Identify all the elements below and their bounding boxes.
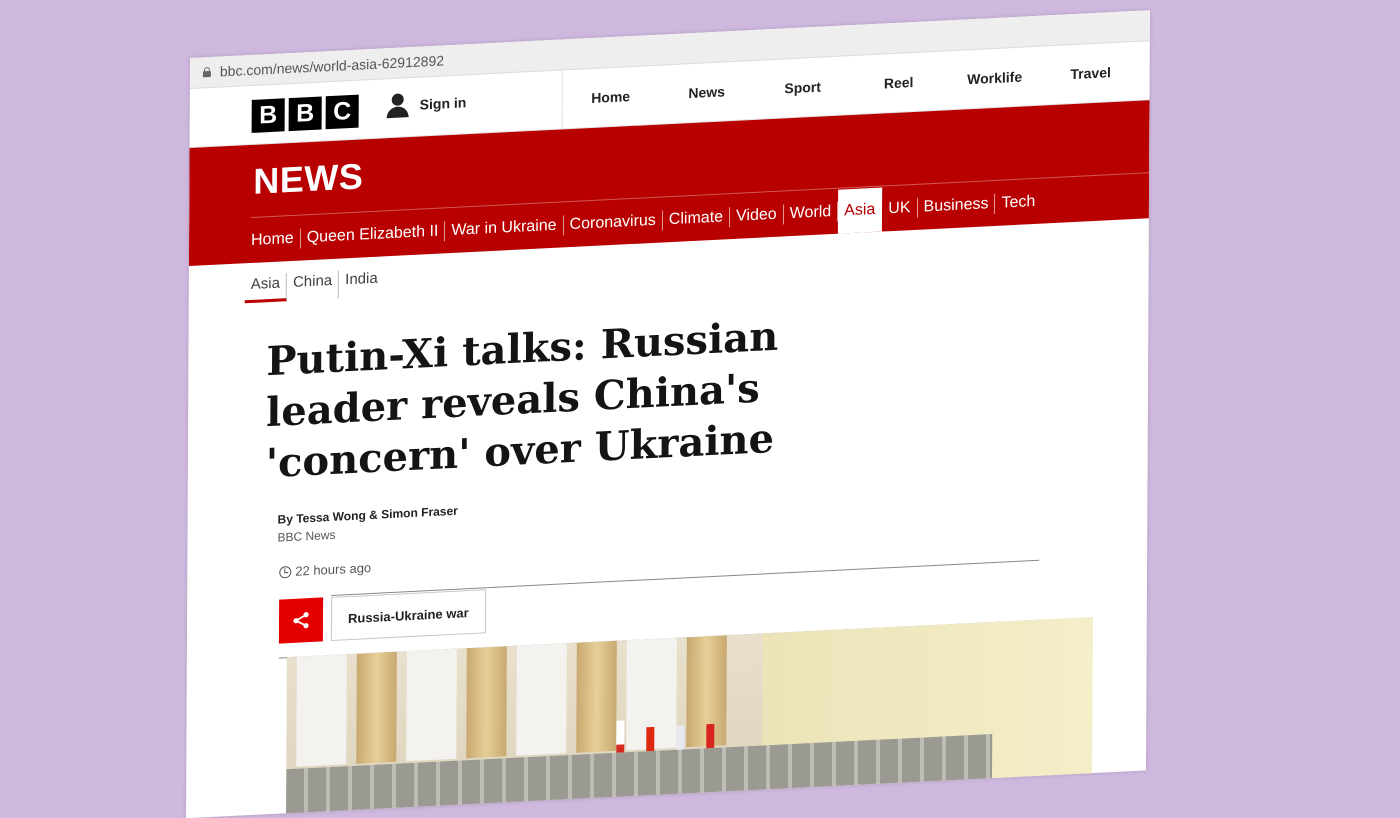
sign-in-link[interactable]: Sign in — [386, 89, 467, 119]
top-nav-news[interactable]: News — [659, 61, 755, 124]
sub-nav-india[interactable]: India — [339, 268, 384, 298]
news-nav-home[interactable]: Home — [250, 228, 301, 251]
news-nav-coronavirus[interactable]: Coronavirus — [563, 210, 663, 236]
photo-flag — [616, 720, 625, 753]
clock-icon — [279, 565, 292, 579]
user-icon — [386, 92, 410, 119]
bbc-logo[interactable]: B B C — [251, 94, 359, 133]
photo-window — [516, 643, 567, 756]
news-nav-asia[interactable]: Asia — [838, 187, 883, 234]
share-icon — [293, 612, 309, 629]
news-nav-uk[interactable]: UK — [882, 197, 918, 220]
timestamp-text: 22 hours ago — [295, 559, 372, 579]
top-nav-worklife[interactable]: Worklife — [947, 47, 1043, 110]
top-nav-reel[interactable]: Reel — [851, 51, 947, 114]
top-nav-sport[interactable]: Sport — [755, 56, 851, 119]
top-nav-home[interactable]: Home — [563, 66, 659, 129]
news-nav-climate[interactable]: Climate — [662, 207, 731, 231]
news-nav-video[interactable]: Video — [730, 204, 784, 228]
photo-curtain — [466, 646, 507, 759]
url-text[interactable]: bbc.com/news/world-asia-62912892 — [220, 52, 444, 79]
topic-tag[interactable]: Russia-Ukraine war — [330, 589, 486, 641]
article-photo — [285, 617, 1093, 818]
news-title[interactable]: NEWS — [253, 155, 363, 202]
news-nav-war-in-ukraine[interactable]: War in Ukraine — [445, 215, 564, 242]
sign-in-label: Sign in — [419, 94, 467, 113]
news-nav-queen-elizabeth[interactable]: Queen Elizabeth II — [300, 221, 446, 249]
photo-curtain — [576, 640, 617, 753]
logo-letter: B — [251, 98, 285, 133]
lock-icon — [202, 67, 212, 78]
photo-flag — [646, 726, 655, 752]
photo-window — [296, 654, 347, 767]
sub-nav-china[interactable]: China — [286, 270, 340, 302]
article-headline: Putin-Xi talks: Russian leader reveals C… — [265, 312, 779, 488]
browser-page: bbc.com/news/world-asia-62912892 B B C S… — [186, 10, 1150, 818]
news-nav-tech[interactable]: Tech — [995, 192, 1041, 214]
news-nav-world[interactable]: World — [783, 201, 839, 225]
photo-flag — [676, 725, 685, 750]
share-button[interactable] — [278, 597, 324, 644]
photo-window — [406, 648, 457, 762]
photo-flag — [706, 723, 715, 749]
top-nav-travel[interactable]: Travel — [1043, 42, 1139, 105]
logo-letter: B — [288, 96, 322, 132]
photo-curtain — [356, 651, 397, 764]
news-nav-business[interactable]: Business — [917, 193, 996, 218]
logo-letter: C — [325, 94, 359, 130]
sub-nav-asia[interactable]: Asia — [244, 273, 288, 304]
